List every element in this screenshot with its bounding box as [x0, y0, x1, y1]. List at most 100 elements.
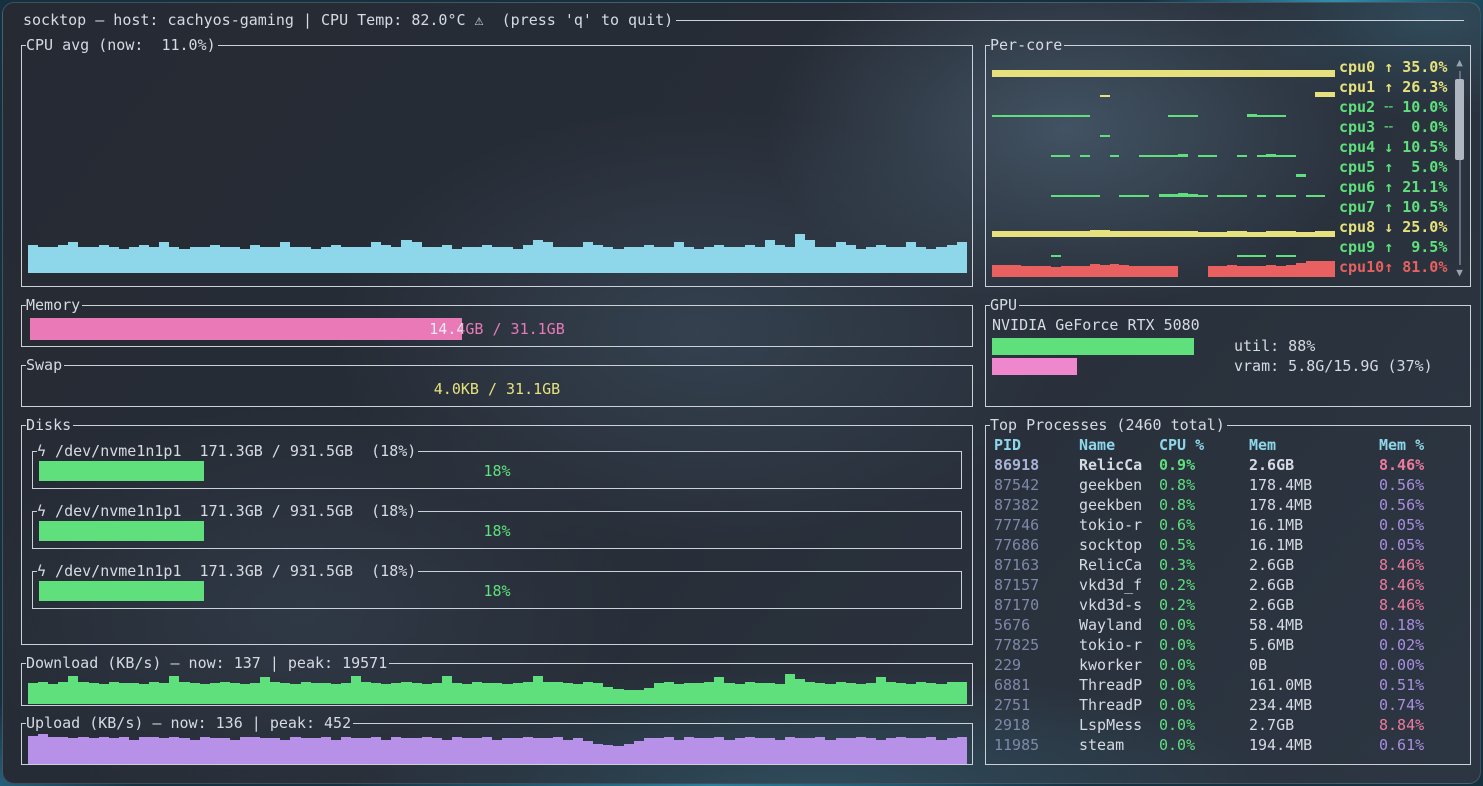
cpu-history-bar [805, 240, 815, 273]
upload-history-bar [523, 737, 533, 764]
download-history-bar [311, 683, 321, 704]
core-row: cpu3 ╌ 0.0% [992, 117, 1451, 137]
core-sparkline [992, 237, 1335, 257]
process-row: 5676Wayland0.0%58.4MB0.18% [994, 615, 1462, 635]
cpu-history-bar [68, 242, 78, 273]
download-history-bar [38, 682, 48, 704]
per-core-panel-title: Per-core [990, 35, 1064, 55]
core-sparkline-bar [1286, 70, 1296, 77]
cpu-history-bar [179, 249, 189, 273]
cpu-history-bar [674, 242, 684, 273]
cpu-history-bar [99, 245, 109, 273]
process-cell: 6881 [994, 675, 1079, 695]
cpu-history-bar [482, 245, 492, 273]
download-history-bar [129, 683, 139, 704]
download-panel: Download (KB/s) — now: 137 | peak: 19571 [21, 653, 973, 706]
process-cell: geekben [1079, 475, 1159, 495]
core-sparkline-bar [1325, 70, 1335, 77]
download-history-bar [714, 677, 724, 704]
download-history-bar [391, 683, 401, 704]
upload-history-bar [442, 740, 452, 764]
download-history-bar [916, 682, 926, 704]
process-cell: 2.6GB [1249, 455, 1379, 475]
process-cell: 0.56% [1379, 495, 1462, 515]
process-cell: 0.3% [1159, 555, 1249, 575]
cpu-history-bar [735, 247, 745, 273]
process-cell: 0.00% [1379, 655, 1462, 675]
download-history-bar [634, 690, 644, 704]
download-history-bar [513, 683, 523, 704]
disk-label: /dev/nvme1n1p1 171.3GB / 931.5GB (18%) [46, 442, 416, 460]
process-cell: 0.8% [1159, 475, 1249, 495]
swap-panel: Swap 4.0KB / 31.1GB [21, 355, 973, 407]
process-cell: 0.56% [1379, 475, 1462, 495]
process-row: 77746tokio-r0.6%16.1MB0.05% [994, 515, 1462, 535]
download-history-bar [866, 683, 876, 704]
download-history-bar [553, 682, 563, 704]
core-sparkline-bar [1129, 266, 1139, 277]
disk-panel: ϟ /dev/nvme1n1p1 171.3GB / 931.5GB (18%)… [32, 441, 962, 489]
upload-history-bar [583, 741, 593, 764]
core-row: cpu8 ↓ 25.0% [992, 217, 1451, 237]
upload-history-bar [775, 740, 785, 764]
download-history-bar [432, 683, 442, 704]
download-history-bar [159, 683, 169, 704]
scrollbar-up-icon[interactable]: ▲ [1456, 57, 1463, 69]
process-cell: 2751 [994, 695, 1079, 715]
upload-history-bar [836, 738, 846, 764]
gpu-vram-gauge [992, 358, 1222, 375]
cpu-history-bar [341, 247, 351, 273]
process-cell: 8.46% [1379, 555, 1462, 575]
upload-history-bar [48, 737, 58, 764]
cpu-history-bar [684, 247, 694, 273]
core-sparkline-bar [1227, 265, 1237, 277]
core-sparkline [992, 197, 1335, 217]
download-history-bar [906, 684, 916, 704]
upload-history-bar [99, 737, 109, 764]
cpu-history-bar [210, 245, 220, 273]
process-column-header: CPU % [1159, 435, 1249, 455]
upload-history-bar [58, 737, 68, 764]
download-history-bar [452, 683, 462, 704]
process-cell: geekben [1079, 495, 1159, 515]
scrollbar-thumb[interactable] [1455, 79, 1464, 160]
download-history-bar [684, 683, 694, 704]
scrollbar-track[interactable] [1459, 71, 1461, 265]
download-history-bar [280, 683, 290, 704]
process-cell: 0.2% [1159, 575, 1249, 595]
upload-history-bar [462, 738, 472, 764]
gpu-vram-label: vram: 5.8G/15.9G (37%) [1234, 356, 1433, 376]
core-sparkline-bar [1208, 70, 1218, 77]
download-history-bar [765, 683, 775, 704]
upload-history-bar [825, 740, 835, 764]
core-sparkline-bar [1139, 266, 1149, 277]
upload-history-bar [634, 741, 644, 764]
process-cell: 77746 [994, 515, 1079, 535]
upload-history-bar [755, 738, 765, 764]
core-sparkline-bar [1100, 230, 1110, 237]
cpu-history-bar [220, 247, 230, 273]
cpu-history-bar [644, 245, 654, 273]
upload-history-bar [674, 740, 684, 764]
upload-history-bar [947, 738, 957, 764]
download-history-bar [190, 683, 200, 704]
cpu-history-bar [260, 247, 270, 273]
process-cell: 87542 [994, 475, 1079, 495]
core-sparkline-bar [1168, 70, 1178, 77]
download-history-bar [290, 684, 300, 704]
cpu-history-bar [543, 242, 553, 273]
core-sparkline-bar [1306, 70, 1316, 77]
scrollbar-down-icon[interactable]: ▼ [1456, 267, 1463, 279]
download-history-bar [48, 684, 58, 704]
core-sparkline-bar [1217, 70, 1227, 77]
download-history-bar [674, 684, 684, 704]
download-history-bar [331, 684, 341, 704]
core-sparkline [992, 217, 1335, 237]
cpu-avg-panel-title: CPU avg (now: 11.0%) [26, 35, 218, 55]
process-cell: 5.6MB [1249, 635, 1379, 655]
upload-history-bar [724, 740, 734, 764]
process-row: 229kworker0.0%0B0.00% [994, 655, 1462, 675]
per-core-scrollbar[interactable]: ▲ ▼ [1453, 57, 1466, 279]
upload-history-bar [28, 736, 38, 765]
cpu-history-bar [573, 247, 583, 273]
